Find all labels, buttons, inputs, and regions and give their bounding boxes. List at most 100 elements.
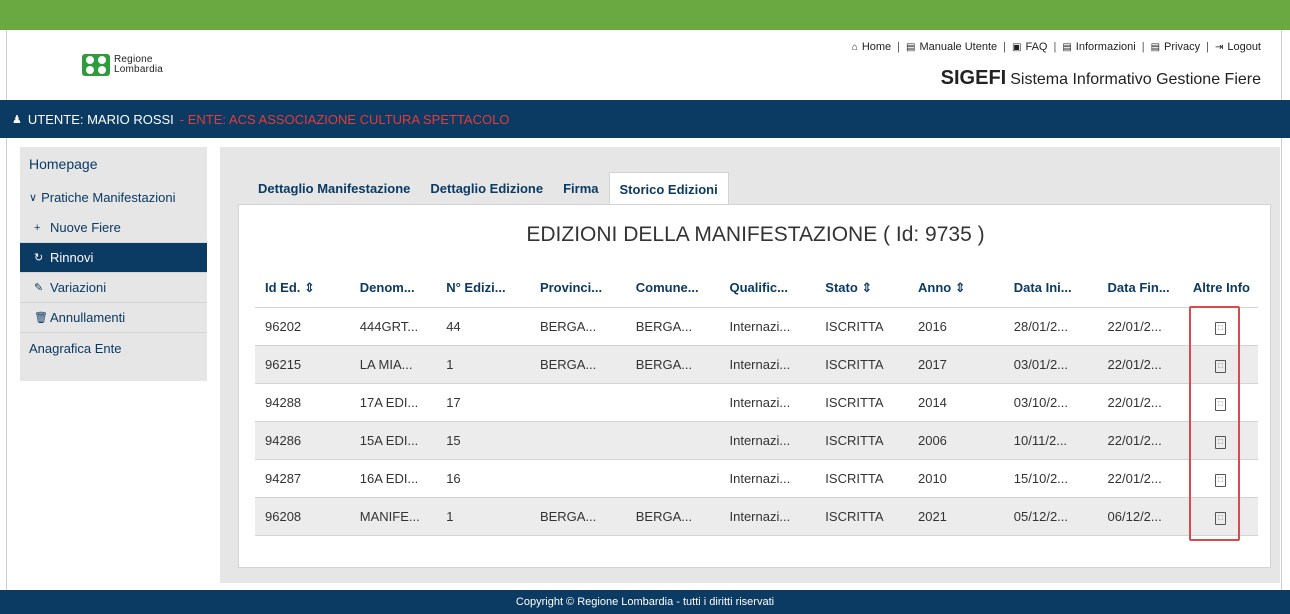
document-icon: ▤ bbox=[1062, 41, 1072, 53]
cell-anno: 2017 bbox=[907, 345, 1004, 384]
tab-storico-edizioni[interactable]: Storico Edizioni bbox=[608, 172, 729, 205]
column-header-stato[interactable]: Stato ⇕ bbox=[815, 269, 908, 308]
sidebar-item-annullamenti[interactable]: 🗑 Annullamenti bbox=[20, 303, 207, 333]
cell-stato: ISCRITTA bbox=[815, 383, 908, 422]
footer: Copyright © Regione Lombardia - tutti i … bbox=[0, 590, 1290, 614]
sidebar-group-pratiche[interactable]: ∨ Pratiche Manifestazioni bbox=[20, 181, 207, 213]
page-title: EDIZIONI DELLA MANIFESTAZIONE ( Id: 9735… bbox=[526, 223, 985, 246]
cell-qualifica: Internazi... bbox=[719, 459, 816, 498]
logo-icon bbox=[82, 54, 110, 76]
cell-n-edizione: 1 bbox=[436, 345, 530, 384]
cell-anno: 2006 bbox=[907, 421, 1004, 460]
cell-denominazione: 16A EDI... bbox=[349, 459, 437, 498]
nav-privacy-link[interactable]: ▤ Privacy bbox=[1151, 41, 1201, 53]
column-header-altre-info: Altre Info bbox=[1182, 269, 1258, 308]
sidebar-item-nuove-fiere[interactable]: + Nuove Fiere bbox=[20, 213, 207, 243]
nav-manuale-link[interactable]: ▤ Manuale Utente bbox=[906, 41, 997, 53]
tab-dettaglio-edizione[interactable]: Dettaglio Edizione bbox=[420, 172, 553, 205]
sidebar-item-anagrafica[interactable]: Anagrafica Ente bbox=[20, 333, 207, 363]
table-header-row: Id Ed. ⇕ Denom... N° Edizi... Provinci..… bbox=[255, 269, 1258, 308]
column-header-provincia[interactable]: Provinci... bbox=[529, 269, 626, 308]
edizioni-table: Id Ed. ⇕ Denom... N° Edizi... Provinci..… bbox=[255, 269, 1258, 536]
top-green-stripe bbox=[0, 0, 1290, 30]
cell-data-inizio: 03/10/2... bbox=[1003, 383, 1098, 422]
user-icon: ♟ bbox=[12, 113, 22, 126]
cell-id: 94287 bbox=[255, 459, 350, 498]
sidebar-item-label: Rinnovi bbox=[50, 250, 94, 265]
nav-home-link[interactable]: ⌂ Home bbox=[852, 41, 891, 53]
cell-data-fine: 06/12/2... bbox=[1097, 497, 1183, 536]
column-header-comune[interactable]: Comune... bbox=[625, 269, 720, 308]
cell-denominazione: MANIFE... bbox=[349, 497, 437, 536]
cell-id: 94286 bbox=[255, 421, 350, 460]
cell-n-edizione: 17 bbox=[436, 383, 530, 422]
cell-stato: ISCRITTA bbox=[815, 307, 908, 346]
top-nav: ⌂ Home | ▤ Manuale Utente | ▣ FAQ | ▤ Inform… bbox=[852, 41, 1261, 53]
nav-separator: | bbox=[1053, 41, 1057, 53]
nav-faq-label: FAQ bbox=[1025, 41, 1048, 53]
tab-dettaglio-manifestazione[interactable]: Dettaglio Manifestazione bbox=[248, 172, 420, 205]
cell-n-edizione: 16 bbox=[436, 459, 530, 498]
cell-n-edizione: 1 bbox=[436, 497, 530, 536]
sidebar-item-label: Homepage bbox=[29, 156, 98, 172]
column-header-anno[interactable]: Anno ⇕ bbox=[907, 269, 1004, 308]
logout-icon: ⇥ bbox=[1214, 41, 1224, 53]
sidebar-item-variazioni[interactable]: ✎ Variazioni bbox=[20, 273, 207, 303]
logo-line2: Lombardia bbox=[114, 64, 164, 75]
cell-qualifica: Internazi... bbox=[719, 421, 816, 460]
column-header-n-edizione[interactable]: N° Edizi... bbox=[436, 269, 530, 308]
sidebar: Homepage ∨ Pratiche Manifestazioni + Nuove… bbox=[20, 147, 207, 381]
cell-n-edizione: 15 bbox=[436, 421, 530, 460]
sidebar-item-rinnovi[interactable]: ↻ Rinnovi bbox=[20, 243, 207, 273]
book-icon: ▣ bbox=[1012, 41, 1022, 53]
cell-data-fine: 22/01/2... bbox=[1097, 459, 1183, 498]
tab-content: EDIZIONI DELLA MANIFESTAZIONE ( Id: 9735… bbox=[238, 204, 1271, 568]
cell-data-fine: 22/01/2... bbox=[1097, 421, 1183, 460]
refresh-icon: ↻ bbox=[34, 252, 44, 264]
cell-data-fine: 22/01/2... bbox=[1097, 383, 1183, 422]
nav-informazioni-link[interactable]: ▤ Informazioni bbox=[1062, 41, 1135, 53]
cell-denominazione: 17A EDI... bbox=[349, 383, 437, 422]
table-row: 94286 15A EDI... 15 Internazi... ISCRITT… bbox=[255, 421, 1258, 460]
nav-logout-label: Logout bbox=[1227, 41, 1261, 53]
user-bar: ♟ UTENTE: MARIO ROSSI - ENTE: ACS ASSOCI… bbox=[0, 100, 1290, 138]
pencil-icon: ✎ bbox=[34, 282, 44, 294]
cell-n-edizione: 44 bbox=[436, 307, 530, 346]
trash-icon: 🗑 bbox=[34, 312, 48, 324]
home-icon: ⌂ bbox=[851, 41, 858, 53]
column-header-data-fine[interactable]: Data Fin... bbox=[1097, 269, 1183, 308]
cell-data-inizio: 15/10/2... bbox=[1003, 459, 1098, 498]
column-header-data-inizio[interactable]: Data Ini... bbox=[1003, 269, 1098, 308]
header: Regione Lombardia ⌂ Home | ▤ Manuale Utent… bbox=[8, 30, 1281, 100]
sidebar-item-label: Annullamenti bbox=[50, 310, 126, 325]
tab-bar: Dettaglio Manifestazione Dettaglio Edizi… bbox=[248, 172, 729, 205]
regione-lombardia-logo[interactable]: Regione Lombardia bbox=[82, 54, 163, 76]
cell-stato: ISCRITTA bbox=[815, 497, 908, 536]
sidebar-item-label: Pratiche Manifestazioni bbox=[41, 189, 176, 205]
cell-provincia: BERGA... bbox=[529, 497, 626, 536]
sidebar-item-label: Variazioni bbox=[50, 280, 107, 295]
plus-icon: + bbox=[34, 221, 41, 234]
tab-firma[interactable]: Firma bbox=[553, 172, 608, 205]
sidebar-item-homepage[interactable]: Homepage bbox=[20, 147, 207, 181]
logo-text: Regione Lombardia bbox=[114, 55, 163, 75]
cell-anno: 2016 bbox=[907, 307, 1004, 346]
sidebar-item-label: Anagrafica Ente bbox=[29, 340, 122, 356]
cell-data-fine: 22/01/2... bbox=[1097, 345, 1183, 384]
nav-faq-link[interactable]: ▣ FAQ bbox=[1012, 41, 1047, 53]
column-header-denominazione[interactable]: Denom... bbox=[349, 269, 437, 308]
column-header-qualifica[interactable]: Qualific... bbox=[719, 269, 816, 308]
cell-provincia bbox=[529, 421, 626, 460]
nav-logout-link[interactable]: ⇥ Logout bbox=[1215, 41, 1261, 53]
cell-qualifica: Internazi... bbox=[719, 345, 816, 384]
cell-qualifica: Internazi... bbox=[719, 307, 816, 346]
cell-comune bbox=[625, 459, 720, 498]
cell-anno: 2014 bbox=[907, 383, 1004, 422]
cell-comune bbox=[625, 421, 720, 460]
nav-privacy-label: Privacy bbox=[1164, 41, 1201, 53]
table-row: 94288 17A EDI... 17 Internazi... ISCRITT… bbox=[255, 383, 1258, 422]
cell-comune bbox=[625, 383, 720, 422]
cell-data-inizio: 28/01/2... bbox=[1003, 307, 1098, 346]
column-header-id[interactable]: Id Ed. ⇕ bbox=[255, 269, 350, 308]
cell-denominazione: 15A EDI... bbox=[349, 421, 437, 460]
